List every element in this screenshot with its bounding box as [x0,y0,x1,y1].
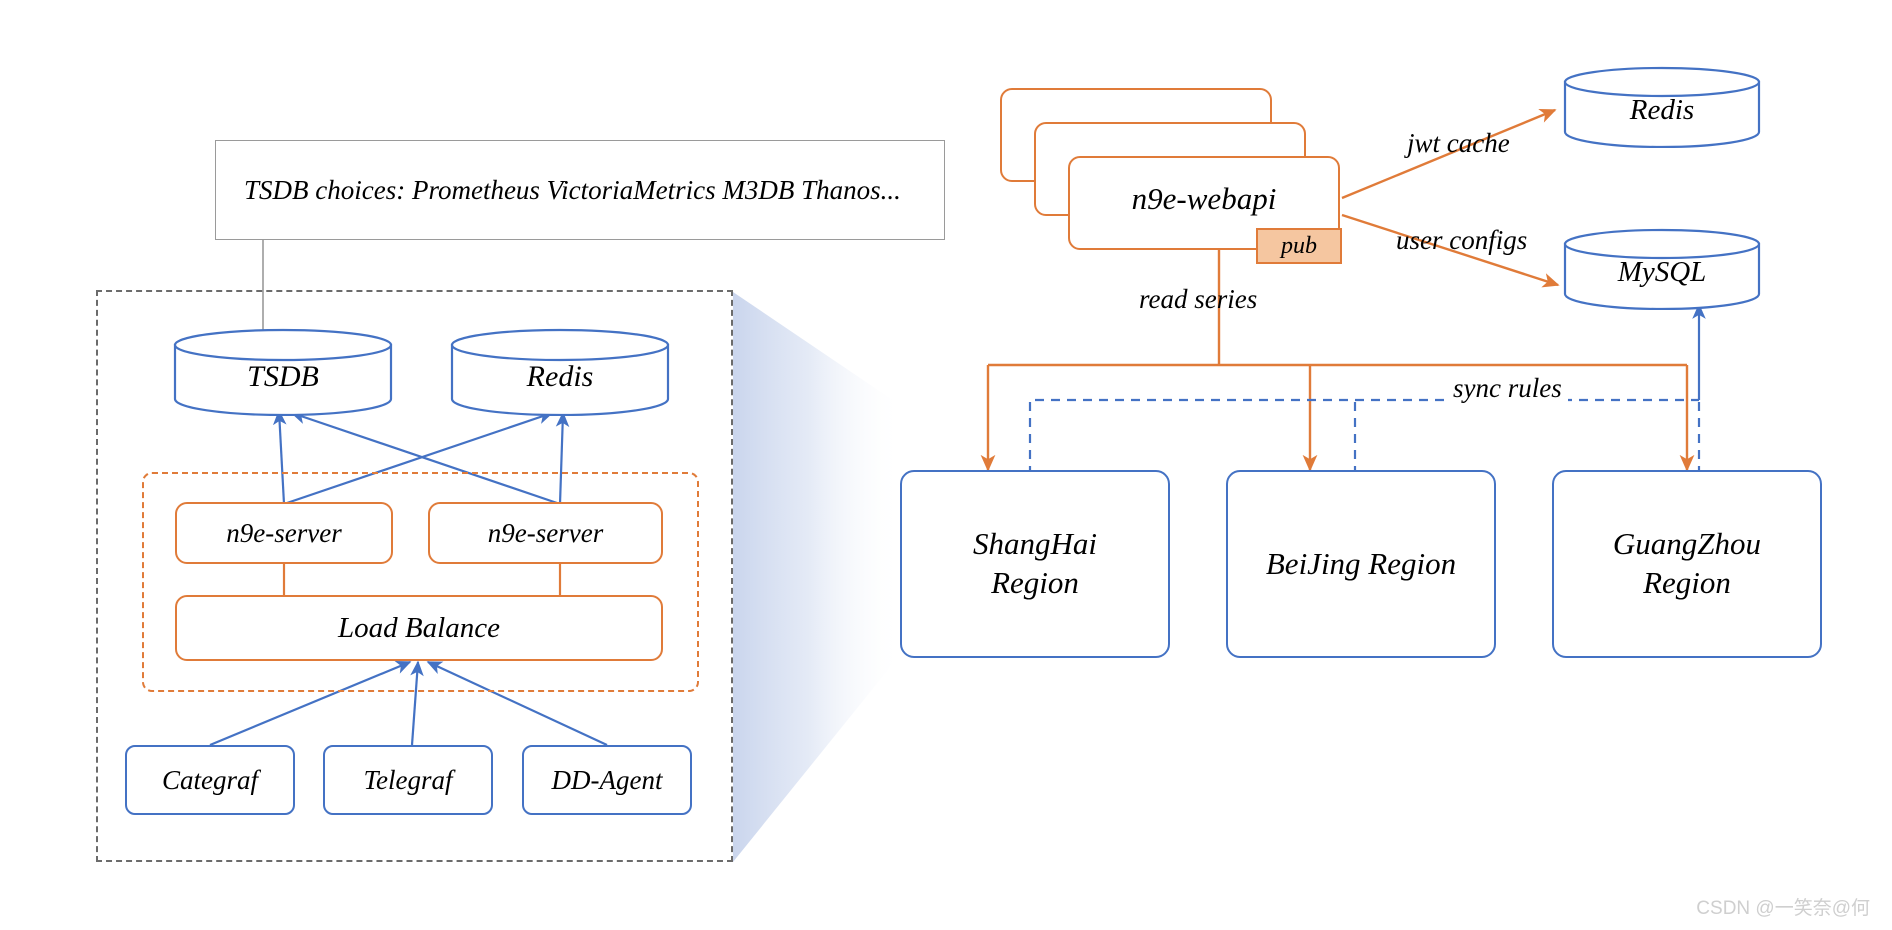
edge-shanghai-sync [1028,398,1699,475]
jwt-cache-label: jwt cache [1407,128,1510,158]
region-box-beijing-line1: BeiJing Region [1265,545,1457,581]
region-box-beijing[interactable]: BeiJing Region [1226,470,1496,658]
region-box-guangzhou[interactable]: GuangZhou Region [1552,470,1822,658]
region-box-guangzhou-line1: GuangZhou [1612,526,1762,562]
region-box-shanghai-line1: ShangHai [973,526,1097,562]
tsdb-cylinder: TSDB [172,328,394,417]
load-balance-box-label: Load Balance [338,611,500,644]
n9e-server-box-1[interactable]: n9e-server [175,502,393,564]
user-configs-label: user configs [1396,225,1528,255]
funnel-gradient-shape [733,292,900,862]
csdn-watermark: CSDN @一笑奈@何 [1696,898,1870,919]
region-box-shanghai[interactable]: ShangHai Region [900,470,1170,658]
agent-box-telegraf[interactable]: Telegraf [323,745,493,815]
n9e-webapi-box-label: n9e-webapi [1131,181,1277,216]
read-series-label: read series [1139,284,1258,314]
sync-rules-label: sync rules [1447,373,1568,404]
diagram-canvas: TSDB choices: Prometheus VictoriaMetrics… [0,0,1892,930]
region-box-guangzhou-line2: Region [1643,565,1731,600]
agent-box-telegraf-label: Telegraf [363,764,453,795]
tsdb-choices-note: TSDB choices: Prometheus VictoriaMetrics… [215,140,945,240]
region-box-shanghai-line2: Region [991,565,1079,600]
redis-cylinder-left: Redis [449,328,671,417]
agent-box-dd-agent-label: DD-Agent [551,764,663,795]
n9e-server-box-2[interactable]: n9e-server [428,502,663,564]
agent-box-dd-agent[interactable]: DD-Agent [522,745,692,815]
agent-box-categraf[interactable]: Categraf [125,745,295,815]
agent-box-categraf-label: Categraf [161,764,258,795]
load-balance-box[interactable]: Load Balance [175,595,663,661]
n9e-server-box-2-label: n9e-server [487,517,604,548]
pub-badge[interactable]: pub [1256,228,1342,264]
mysql-cylinder: MySQL [1562,228,1762,311]
n9e-server-box-1-label: n9e-server [226,517,342,548]
pub-badge-label: pub [1281,232,1317,259]
tsdb-choices-note-text: TSDB choices: Prometheus VictoriaMetrics… [244,174,901,205]
redis-cylinder-right: Redis [1562,66,1762,149]
